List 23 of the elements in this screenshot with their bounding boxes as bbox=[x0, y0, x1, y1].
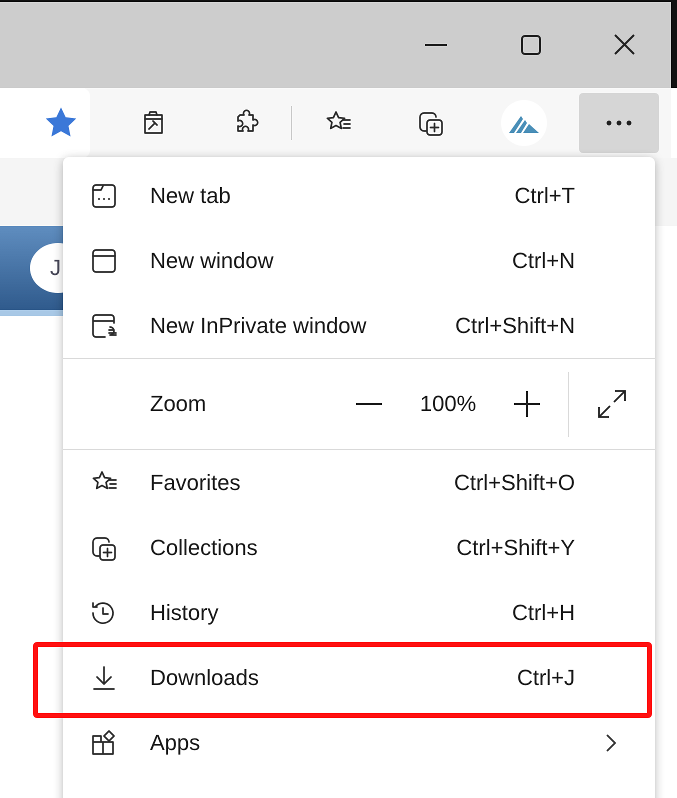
menu-item[interactable]: New tab Ctrl+T bbox=[63, 163, 655, 228]
zoom-level: 100% bbox=[418, 391, 478, 417]
menu-item[interactable]: New InPrivate window Ctrl+Shift+N bbox=[63, 293, 655, 358]
menu-item[interactable]: History Ctrl+H bbox=[63, 580, 655, 645]
plus-icon bbox=[514, 391, 540, 417]
menu-item[interactable]: Collections Ctrl+Shift+Y bbox=[63, 515, 655, 580]
expand-arrows-icon bbox=[596, 388, 628, 420]
shortcut-text: Ctrl+Shift+Y bbox=[456, 534, 575, 560]
shortcut-text: Ctrl+Shift+O bbox=[454, 470, 575, 496]
chevron-right-icon bbox=[605, 732, 617, 752]
ellipsis-icon bbox=[606, 120, 632, 126]
minimize-icon bbox=[425, 44, 447, 46]
menu-item[interactable]: Downloads Ctrl+J bbox=[63, 645, 655, 710]
minus-icon bbox=[356, 402, 382, 406]
menu-item-label: Zoom bbox=[150, 391, 206, 417]
shortcut-text: Ctrl+N bbox=[512, 248, 575, 274]
menu-item[interactable]: Favorites Ctrl+Shift+O bbox=[63, 450, 655, 515]
shortcut-text: Ctrl+J bbox=[516, 664, 575, 690]
shortcut-text: Ctrl+H bbox=[512, 600, 575, 626]
menu-item[interactable]: Apps bbox=[63, 710, 655, 775]
shortcut-text: Ctrl+T bbox=[514, 182, 575, 208]
profile-avatar[interactable] bbox=[500, 100, 546, 146]
shortcut-text: Ctrl+Shift+N bbox=[455, 312, 575, 338]
